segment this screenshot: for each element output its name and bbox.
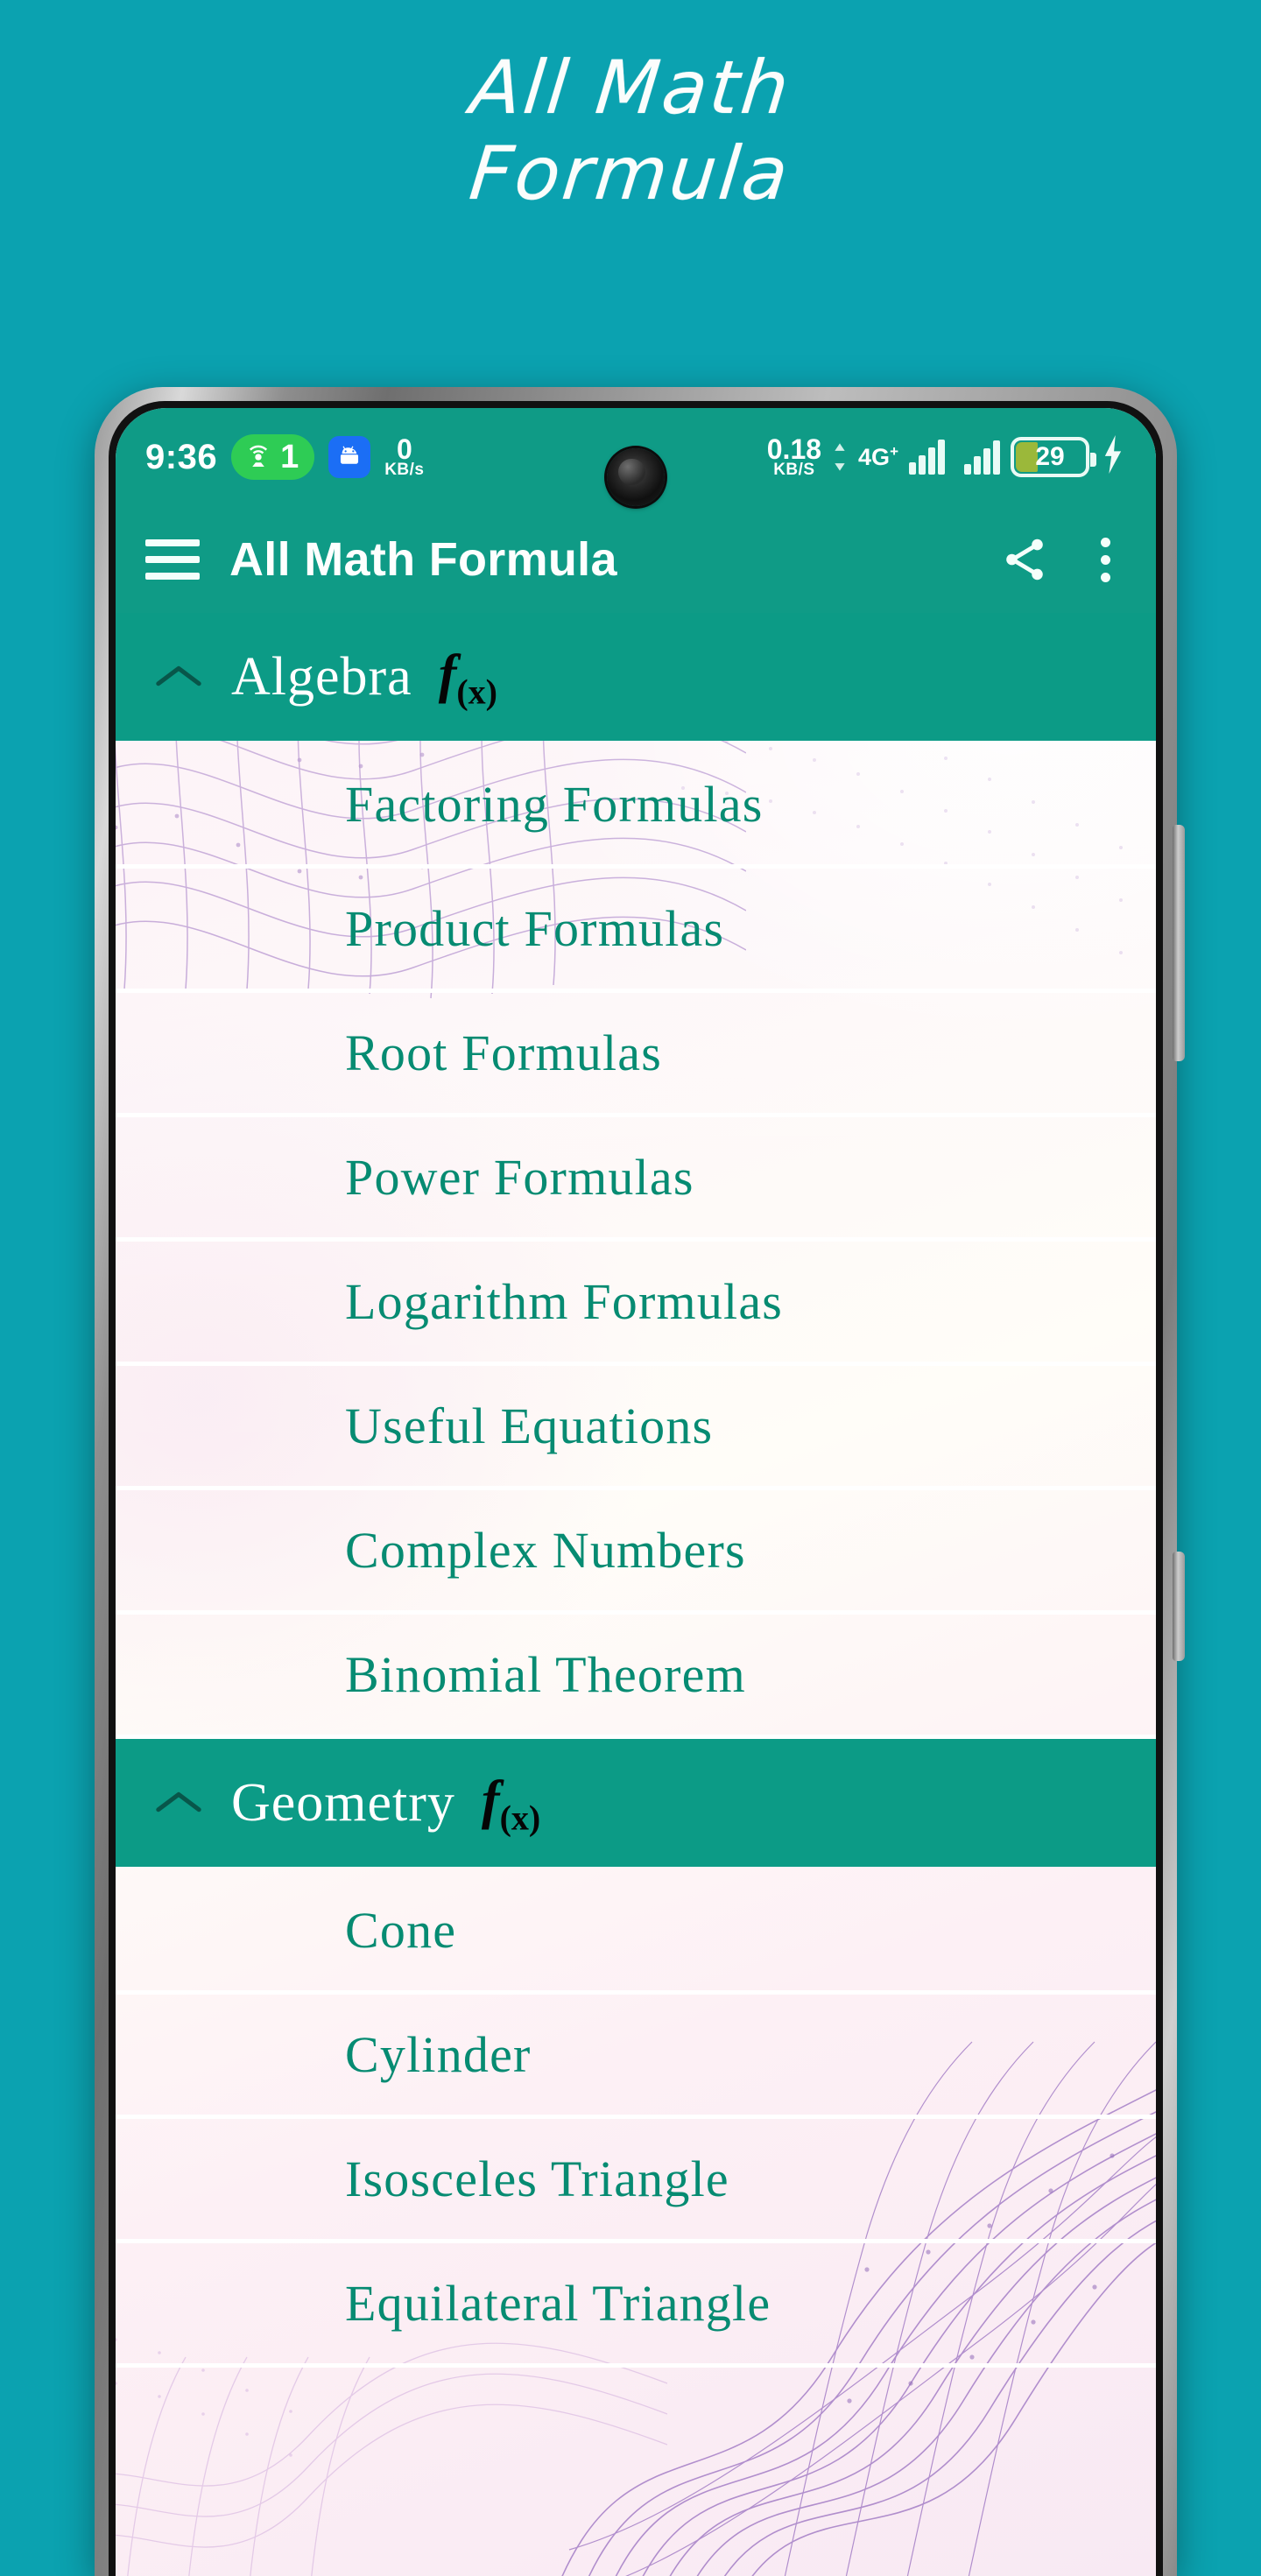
status-clock: 9:36: [145, 437, 218, 476]
list-item-label: Complex Numbers: [345, 1522, 746, 1579]
phone-screen: 9:36 1 0 KB/s 0.18 KB/S 4G+ 29 All Math …: [116, 408, 1156, 2576]
chevron-up-icon: [145, 659, 212, 694]
list-item-label: Root Formulas: [345, 1024, 663, 1081]
group-header-geometry[interactable]: Geometry f(x): [116, 1739, 1156, 1867]
front-camera-punch-hole: [607, 448, 665, 506]
list-item[interactable]: Power Formulas: [116, 1117, 1156, 1242]
list-item[interactable]: Root Formulas: [116, 993, 1156, 1117]
hero-title-line-2: Formula: [466, 130, 795, 216]
power-button[interactable]: [1173, 1552, 1185, 1661]
chevron-up-icon: [145, 1785, 212, 1820]
list-item-label: Useful Equations: [345, 1397, 714, 1454]
list-item[interactable]: Factoring Formulas: [116, 744, 1156, 869]
battery-indicator: 29: [1011, 437, 1096, 477]
upload-rate-unit: KB/s: [384, 461, 425, 480]
signal-bars-sim2-icon: [964, 440, 1000, 475]
list-item[interactable]: Useful Equations: [116, 1366, 1156, 1490]
phone-mockup-frame: 9:36 1 0 KB/s 0.18 KB/S 4G+ 29 All Math …: [95, 387, 1185, 2576]
function-badge-icon: f(x): [438, 644, 497, 712]
group-header-algebra[interactable]: Algebra f(x): [116, 613, 1156, 741]
list-item-label: Power Formulas: [345, 1149, 694, 1206]
list-item[interactable]: Complex Numbers: [116, 1490, 1156, 1615]
hero-banner: All Math Formula: [0, 0, 1261, 377]
upload-rate: 0 KB/s: [384, 433, 425, 480]
battery-level: 29: [1035, 442, 1065, 471]
download-rate-value: 0.18: [766, 433, 822, 465]
list-item[interactable]: Cone: [116, 1870, 1156, 1995]
list-item-label: Equilateral Triangle: [345, 2275, 771, 2332]
list-item-label: Cylinder: [345, 2026, 532, 2083]
list-item-label: Cone: [345, 1902, 457, 1959]
app-bar: All Math Formula: [116, 506, 1156, 613]
list-item[interactable]: Product Formulas: [116, 869, 1156, 993]
download-rate-unit: KB/S: [773, 461, 815, 480]
download-rate: 0.18 KB/S: [766, 433, 822, 480]
list-item[interactable]: Isosceles Triangle: [116, 2119, 1156, 2243]
formula-list-container[interactable]: Algebra f(x) Factoring Formulas Product …: [116, 613, 1156, 2576]
formula-list: Algebra f(x) Factoring Formulas Product …: [116, 613, 1156, 2368]
list-item[interactable]: Equilateral Triangle: [116, 2243, 1156, 2368]
list-item-label: Logarithm Formulas: [345, 1273, 784, 1330]
status-bar-right: 0.18 KB/S 4G+ 29: [766, 433, 1126, 480]
lightning-bolt-icon: [1100, 434, 1126, 480]
hotspot-badge: 1: [231, 434, 315, 480]
hero-title-line-1: All Math: [466, 45, 795, 130]
battery-fill: [1016, 442, 1038, 472]
page-title: All Math Formula: [229, 533, 617, 586]
wifi-hotspot-icon: [243, 442, 273, 472]
phone-bezel: 9:36 1 0 KB/s 0.18 KB/S 4G+ 29 All Math …: [109, 401, 1163, 2576]
list-item[interactable]: Binomial Theorem: [116, 1615, 1156, 1739]
hamburger-menu-icon[interactable]: [145, 539, 200, 580]
volume-button[interactable]: [1173, 825, 1185, 1061]
signal-bars-sim1-icon: [909, 440, 945, 475]
list-item[interactable]: Cylinder: [116, 1995, 1156, 2119]
list-item-label: Product Formulas: [345, 900, 725, 957]
more-vertical-icon[interactable]: [1080, 537, 1126, 582]
function-badge-icon: f(x): [481, 1770, 541, 1838]
upload-rate-value: 0: [396, 433, 412, 465]
list-item-label: Binomial Theorem: [345, 1646, 746, 1703]
group-title: Algebra: [231, 646, 412, 707]
list-item-label: Isosceles Triangle: [345, 2150, 729, 2207]
status-bar-left: 9:36 1 0 KB/s: [145, 434, 425, 480]
hotspot-count: 1: [280, 439, 299, 475]
group-title: Geometry: [231, 1772, 455, 1833]
list-item-label: Factoring Formulas: [345, 776, 764, 833]
share-icon[interactable]: [999, 534, 1050, 585]
network-type-label: 4G+: [858, 443, 898, 470]
android-icon: [328, 436, 371, 478]
list-item[interactable]: Logarithm Formulas: [116, 1242, 1156, 1366]
data-transfer-arrows-icon: [832, 442, 848, 472]
